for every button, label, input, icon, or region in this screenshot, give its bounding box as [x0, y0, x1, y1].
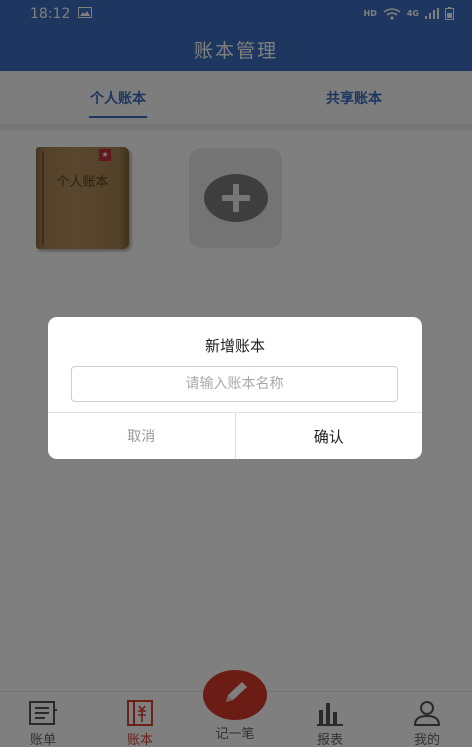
confirm-button[interactable]: 确认	[236, 413, 423, 459]
dialog-buttons: 取消 确认	[48, 412, 422, 459]
new-ledger-dialog: 新增账本 取消 确认	[48, 317, 422, 459]
dialog-title: 新增账本	[204, 337, 265, 355]
cancel-button[interactable]: 取消	[48, 413, 236, 459]
ledger-name-input[interactable]	[71, 366, 398, 402]
app-screen: 18:12 HD 4G 账本管理 个人账本 共享账本	[0, 0, 472, 747]
